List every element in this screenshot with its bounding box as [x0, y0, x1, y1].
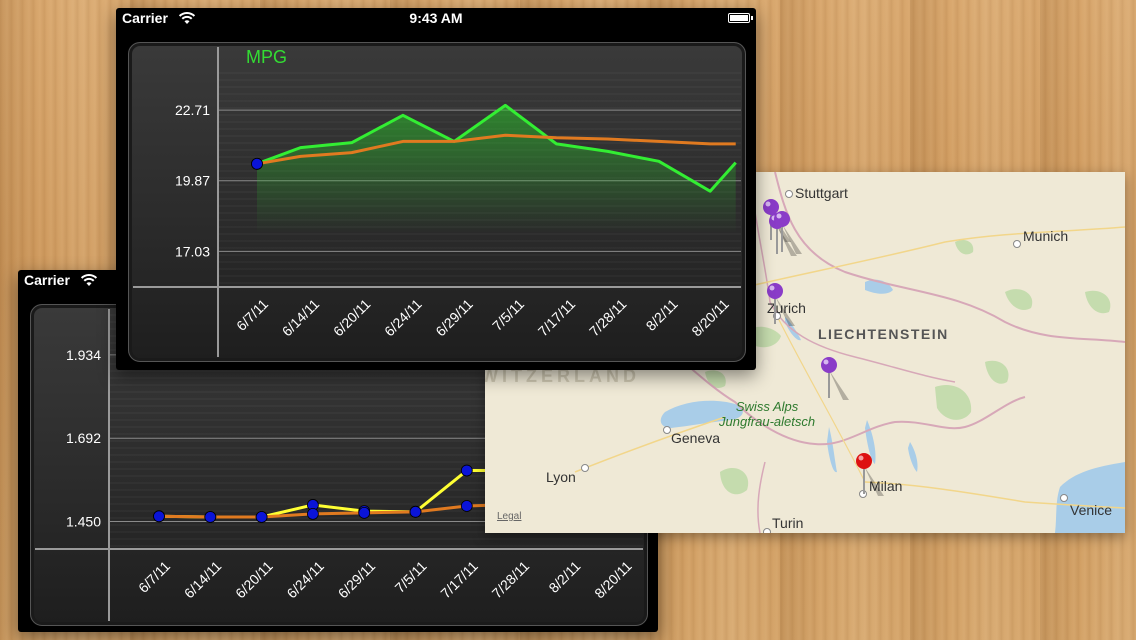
city-dot-munich: [1013, 240, 1021, 248]
city-dot-lyon: [581, 464, 589, 472]
mpg-chart-panel[interactable]: 22.71 19.87 17.03 MPG 6/7/11 6/14/11 6/20/11 6/…: [128, 42, 746, 362]
park-label-line2: Jungfrau-aletsch: [719, 414, 816, 429]
y-tick-label: 17.03: [175, 243, 210, 259]
x-tick-label: 8/2/11: [643, 296, 681, 334]
x-tick-label: 6/29/11: [432, 296, 476, 340]
city-label-stuttgart: Stuttgart: [795, 185, 848, 201]
data-point[interactable]: [460, 464, 473, 477]
city-label-munich: Munich: [1023, 228, 1069, 244]
x-tick-label: 6/29/11: [335, 558, 379, 602]
x-tick-label: 8/2/11: [545, 558, 583, 596]
data-point[interactable]: [204, 511, 217, 523]
map-pin-purple-4[interactable]: [761, 282, 801, 332]
data-point[interactable]: [153, 510, 165, 523]
park-label: Swiss Alps Jungfrau-aletsch: [719, 399, 815, 429]
carrier-label: Carrier: [24, 272, 70, 288]
city-dot-geneva: [663, 426, 671, 434]
y-tick-label: 19.87: [175, 173, 210, 189]
data-point[interactable]: [409, 505, 422, 518]
legal-link[interactable]: Legal: [497, 511, 521, 522]
battery-icon: [728, 13, 753, 23]
x-tick-label: 6/14/11: [181, 558, 225, 602]
x-tick-label: 6/20/11: [330, 296, 374, 340]
x-tick-label: 8/20/11: [688, 296, 732, 340]
y-tick-label: 22.71: [175, 102, 210, 118]
city-label-geneva: Geneva: [671, 430, 721, 446]
data-point[interactable]: [306, 507, 319, 520]
city-dot-stuttgart: [785, 190, 793, 198]
map-pin-selected[interactable]: [850, 452, 890, 502]
city-label-venice: Venice: [1070, 502, 1113, 518]
x-tick-label: 7/28/11: [586, 296, 630, 340]
x-tick-label: 8/20/11: [591, 558, 635, 602]
y-tick-label: 1.692: [66, 430, 101, 446]
series-area-fill: [257, 105, 736, 233]
wifi-icon: [80, 274, 98, 286]
city-label-lyon: Lyon: [546, 469, 576, 485]
x-tick-label: 7/5/11: [392, 558, 430, 596]
city-dot-turin: [763, 528, 771, 533]
status-bar: Carrier 9:43 AM: [116, 8, 756, 28]
series-group: [251, 103, 737, 233]
front-phone-screen: Carrier 9:43 AM 22.71 19.87 17.03 MPG 6/7/11…: [116, 8, 756, 370]
x-tick-label: 6/7/11: [233, 296, 271, 334]
data-point[interactable]: [251, 157, 263, 170]
y-tick-label: 1.934: [66, 347, 101, 363]
y-tick-label: 1.450: [66, 513, 101, 529]
series-group: [153, 464, 525, 523]
x-tick-label: 7/17/11: [535, 296, 579, 340]
x-tick-label: 7/17/11: [437, 558, 481, 602]
data-point[interactable]: [255, 511, 268, 523]
map-pin-purple-5[interactable]: [815, 356, 855, 406]
data-point[interactable]: [358, 506, 371, 519]
mpg-chart: 22.7119.8717.03MPG6/7/11 6/14/11 6/20/11 6/…: [133, 47, 741, 357]
x-tick-label: 7/5/11: [489, 296, 527, 334]
data-point[interactable]: [460, 500, 473, 512]
chart-title: MPG: [246, 47, 287, 67]
x-tick-label: 7/28/11: [489, 558, 533, 602]
x-tick-label: 6/14/11: [279, 296, 323, 340]
city-dot-venice: [1060, 494, 1068, 502]
x-tick-label: 6/24/11: [381, 296, 425, 340]
x-tick-label: 6/20/11: [232, 558, 276, 602]
status-time: 9:43 AM: [409, 10, 463, 26]
x-tick-label: 6/7/11: [135, 558, 173, 596]
city-label-turin: Turin: [772, 515, 804, 531]
map-pin-purple-3[interactable]: [768, 210, 808, 260]
x-tick-label: 6/24/11: [283, 558, 327, 602]
park-label-line1: Swiss Alps: [735, 399, 799, 414]
country-label-liechtenstein: LIECHTENSTEIN: [818, 326, 949, 342]
